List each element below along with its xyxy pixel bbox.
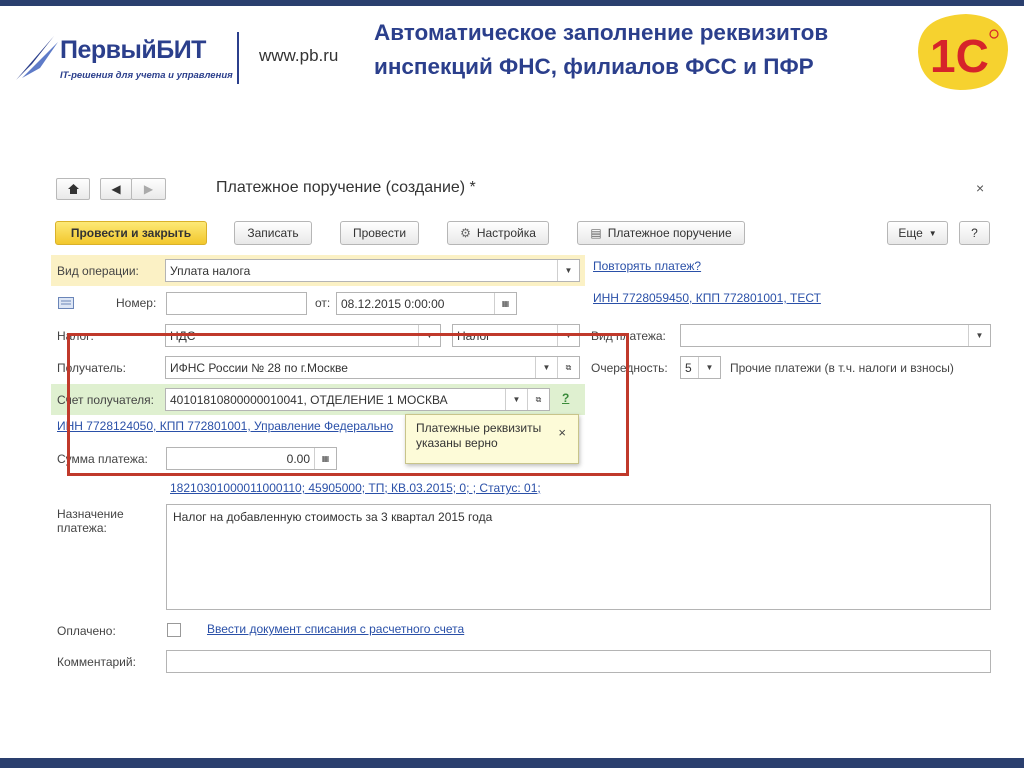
purpose-textarea[interactable]: Налог на добавленную стоимость за 3 квар… [166,504,991,610]
arrow-left-icon: ◀︎ [111,182,121,196]
payment-kind-field[interactable]: ▼ [680,324,991,347]
number-field[interactable] [166,292,307,315]
site-url: www.pb.ru [259,46,339,65]
help-button[interactable]: ? [959,221,990,245]
write-off-document-link[interactable]: Ввести документ списания с расчетного сч… [207,622,464,636]
home-icon [67,184,79,194]
paid-label: Оплачено: [57,624,116,638]
printer-icon: ▤ [590,226,602,240]
settings-button[interactable]: ⚙ Настройка [447,221,549,245]
form-title: Платежное поручение (создание) * [216,179,476,196]
priority-description: Прочие платежи (в т.ч. налоги и взносы) [730,361,954,375]
logo-divider [237,32,239,84]
onec-logo-icon: 1С [918,14,1008,90]
priority-value: 5 [685,360,692,375]
document-icon [58,296,74,314]
priority-field[interactable]: 5 ▼ [680,356,721,379]
forward-button[interactable]: ▶︎ [131,178,166,200]
comment-label: Комментарий: [57,655,136,669]
operation-type-label: Вид операции: [57,264,139,278]
slide-title: Автоматическое заполнение реквизитов инс… [374,20,829,79]
date-label: от: [315,296,331,310]
repeat-payment-link[interactable]: Повторять платеж? [593,259,701,273]
top-border [0,0,1024,6]
date-field[interactable]: 08.12.2015 0:00:00 ▦ [336,292,517,315]
highlight-frame [67,333,629,476]
print-label: Платежное поручение [607,226,732,240]
operation-type-value: Уплата налога [170,263,251,278]
chevron-down-icon[interactable]: ▼ [968,325,990,346]
gear-icon: ⚙ [460,226,471,240]
paid-checkbox[interactable] [167,623,181,637]
number-label: Номер: [116,296,157,310]
pervyibit-logo-icon [16,36,58,80]
arrow-right-icon: ▶︎ [143,182,154,196]
comment-field[interactable] [166,650,991,673]
close-form-icon[interactable]: × [976,180,984,196]
settings-label: Настройка [476,226,536,240]
save-button[interactable]: Записать [234,221,312,245]
chevron-down-icon: ▼ [928,228,937,238]
more-button[interactable]: Еще ▼ [887,221,948,245]
operation-type-field[interactable]: Уплата налога ▼ [165,259,580,282]
onec-logo-text: 1С [930,30,989,82]
bottom-border [0,758,1024,768]
organization-link[interactable]: ИНН 7728059450, КПП 772801001, ТЕСТ [593,291,821,305]
date-value: 08.12.2015 0:00:00 [341,296,445,311]
post-button[interactable]: Провести [340,221,419,245]
back-button[interactable]: ◀︎ [100,178,132,200]
chevron-down-icon[interactable]: ▼ [698,357,720,378]
print-payment-order-button[interactable]: ▤ Платежное поручение [577,221,745,245]
more-label: Еще [898,226,923,240]
post-and-close-button[interactable]: Провести и закрыть [55,221,207,245]
chevron-down-icon[interactable]: ▼ [557,260,579,281]
purpose-label: Назначение платежа: [57,507,124,535]
kbk-details-link[interactable]: 18210301000011000110; 45905000; ТП; КВ.0… [170,481,541,495]
home-button[interactable] [56,178,90,200]
logo-text: ПервыйБИТ [60,36,206,64]
logo-tagline: IT-решения для учета и управления [60,70,233,81]
calendar-icon[interactable]: ▦ [494,293,516,314]
